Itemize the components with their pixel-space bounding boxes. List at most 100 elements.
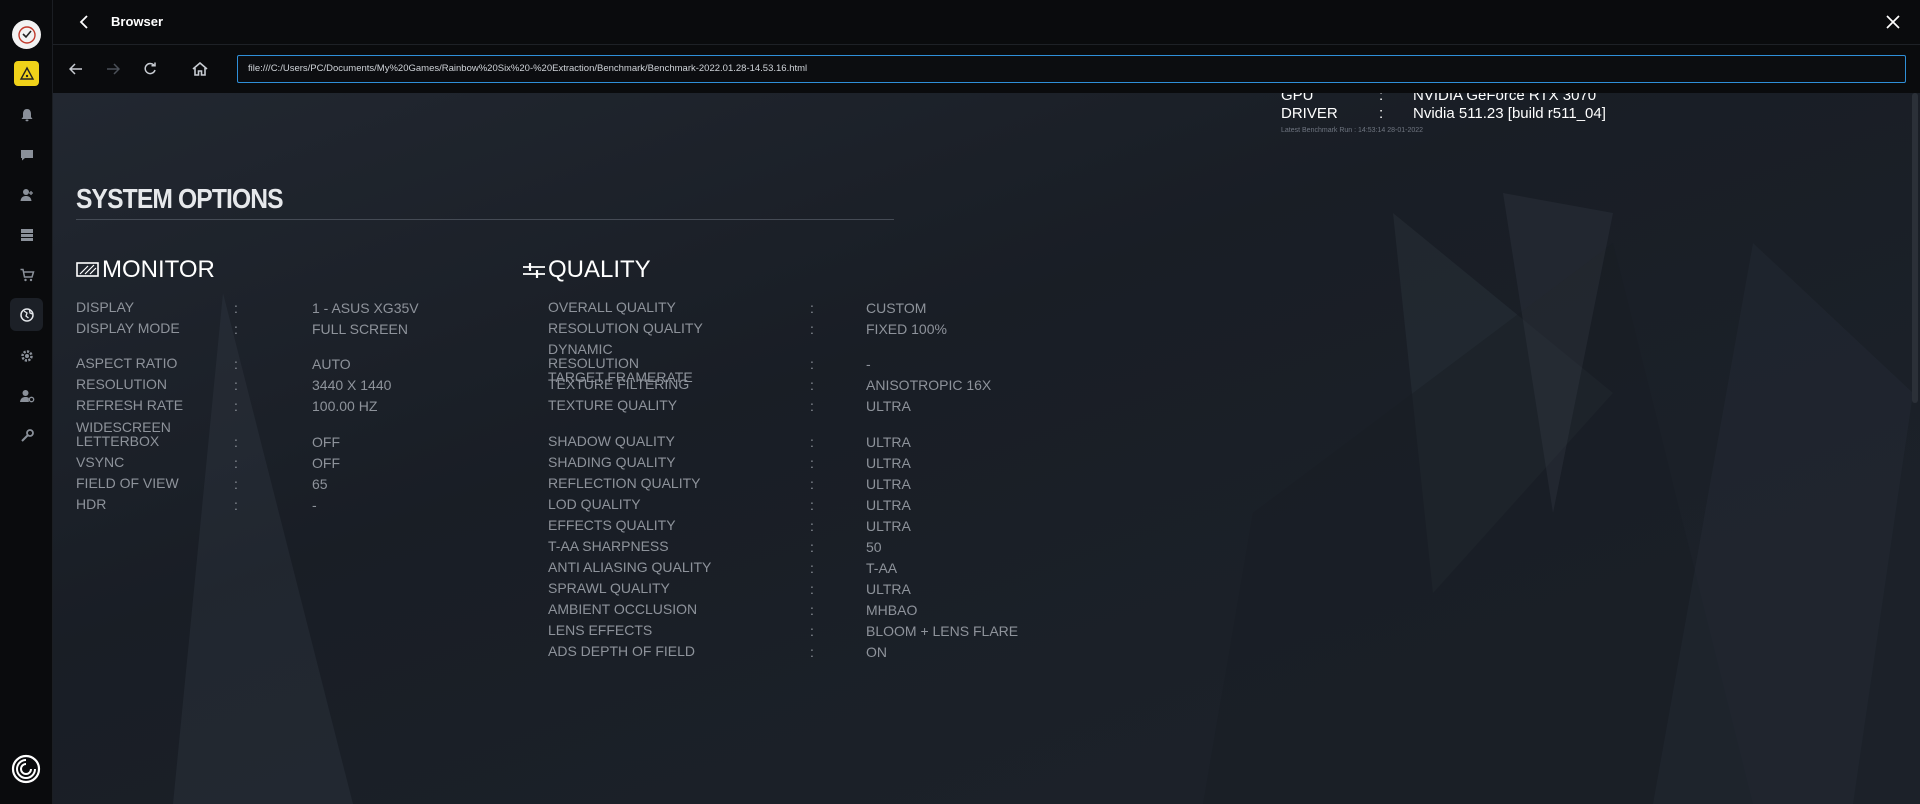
- header-back-button[interactable]: [73, 11, 95, 33]
- section-divider: [76, 219, 894, 220]
- separator: :: [810, 356, 814, 372]
- separator: :: [810, 398, 814, 414]
- driver-label: DRIVER: [1281, 105, 1338, 122]
- separator: :: [810, 455, 814, 471]
- setting-value: FIXED 100%: [866, 321, 947, 337]
- chat-icon[interactable]: [10, 138, 43, 171]
- page-scrollbar[interactable]: [1912, 93, 1918, 403]
- gpu-info: GPU : NVIDIA GeForce RTX 3070 DRIVER : N…: [1281, 93, 1606, 134]
- latest-benchmark-run: Latest Benchmark Run : 14:53:14 28-01-20…: [1281, 127, 1424, 134]
- setting-value: OFF: [312, 455, 340, 471]
- separator: :: [234, 455, 238, 471]
- setting-value: -: [866, 356, 871, 372]
- setting-value: 3440 X 1440: [312, 377, 392, 393]
- setting-label: REFLECTION QUALITY: [548, 475, 701, 491]
- reload-button[interactable]: [139, 58, 161, 80]
- driver-value: Nvidia 511.23 [build r511_04]: [1413, 105, 1606, 122]
- sliders-icon: [523, 263, 545, 278]
- friends-icon[interactable]: [10, 178, 43, 211]
- store-icon[interactable]: [10, 258, 43, 291]
- setting-value: FULL SCREEN: [312, 321, 408, 337]
- separator: :: [810, 321, 814, 337]
- setting-value: ANISOTROPIC 16X: [866, 377, 992, 393]
- setting-label: LOD QUALITY: [548, 496, 641, 512]
- setting-label: EFFECTS QUALITY: [548, 517, 676, 533]
- monitor-heading: MONITOR: [76, 256, 215, 284]
- notifications-icon[interactable]: [10, 98, 43, 131]
- separator: :: [810, 476, 814, 492]
- account-icon[interactable]: [10, 379, 43, 412]
- gpu-label: GPU: [1281, 93, 1314, 104]
- setting-label: OVERALL QUALITY: [548, 299, 676, 315]
- setting-value: ULTRA: [866, 581, 911, 597]
- separator: :: [810, 434, 814, 450]
- setting-value: -: [312, 497, 317, 513]
- separator: :: [810, 623, 814, 639]
- separator: :: [234, 398, 238, 414]
- arrow-left-icon: [69, 63, 82, 75]
- separator: :: [810, 539, 814, 555]
- setting-label: AMBIENT OCCLUSION: [548, 601, 698, 617]
- hazard-alert-icon[interactable]: [14, 61, 39, 86]
- setting-value: 50: [866, 539, 882, 555]
- setting-label: DISPLAY: [76, 299, 135, 315]
- close-button[interactable]: [1882, 11, 1904, 33]
- setting-value: ULTRA: [866, 497, 911, 513]
- separator: :: [810, 518, 814, 534]
- setting-value: 65: [312, 476, 328, 492]
- tools-icon[interactable]: [10, 419, 43, 452]
- separator: :: [810, 602, 814, 618]
- home-icon: [192, 62, 208, 76]
- left-sidebar: [0, 0, 53, 804]
- setting-value: OFF: [312, 434, 340, 450]
- close-icon: [1886, 15, 1900, 29]
- arrow-right-icon: [107, 63, 120, 75]
- settings-icon[interactable]: [10, 339, 43, 372]
- separator: :: [810, 377, 814, 393]
- monitor-icon: [76, 262, 99, 277]
- setting-label: SHADOW QUALITY: [548, 433, 675, 449]
- setting-value: 100.00 HZ: [312, 398, 378, 414]
- separator: :: [234, 497, 238, 513]
- url-input[interactable]: file:///C:/Users/PC/Documents/My%20Games…: [237, 55, 1906, 83]
- setting-value: ON: [866, 644, 887, 660]
- quality-title: QUALITY: [548, 256, 651, 283]
- setting-value: AUTO: [312, 356, 351, 372]
- browser-nav-bar: file:///C:/Users/PC/Documents/My%20Games…: [53, 45, 1920, 93]
- separator: :: [234, 300, 238, 316]
- reload-icon: [144, 62, 156, 75]
- setting-value: ULTRA: [866, 434, 911, 450]
- setting-value: BLOOM + LENS FLARE: [866, 623, 1019, 639]
- page-title: Browser: [111, 14, 164, 29]
- separator: :: [810, 497, 814, 513]
- separator: :: [810, 581, 814, 597]
- browser-icon[interactable]: [10, 298, 43, 331]
- section-title: SYSTEM OPTIONS: [76, 183, 284, 214]
- setting-label: HDR: [76, 496, 107, 512]
- home-button[interactable]: [189, 58, 211, 80]
- user-avatar-icon[interactable]: [12, 20, 41, 49]
- setting-label: SPRAWL QUALITY: [548, 580, 670, 596]
- separator: :: [234, 321, 238, 337]
- setting-value: ULTRA: [866, 518, 911, 534]
- chevron-left-icon: [79, 15, 88, 29]
- nav-forward-button[interactable]: [102, 58, 124, 80]
- setting-label: TEXTURE FILTERING: [548, 376, 690, 392]
- setting-label: VSYNC: [76, 454, 125, 470]
- setting-value: ULTRA: [866, 476, 911, 492]
- quality-heading: QUALITY: [522, 256, 651, 284]
- setting-label: REFRESH RATE: [76, 397, 184, 413]
- ubisoft-logo-icon[interactable]: [11, 754, 41, 784]
- nav-back-button[interactable]: [65, 58, 87, 80]
- separator: :: [810, 644, 814, 660]
- setting-label: WIDESCREEN LETTERBOX: [76, 419, 171, 449]
- setting-label: T-AA SHARPNESS: [548, 538, 669, 554]
- separator: :: [234, 476, 238, 492]
- games-library-icon[interactable]: [10, 218, 43, 251]
- setting-label: LENS EFFECTS: [548, 622, 653, 638]
- setting-value: ULTRA: [866, 455, 911, 471]
- setting-label: ANTI ALIASING QUALITY: [548, 559, 712, 575]
- setting-label: DISPLAY MODE: [76, 320, 180, 336]
- separator: :: [810, 560, 814, 576]
- gpu-value: NVIDIA GeForce RTX 3070: [1413, 93, 1597, 104]
